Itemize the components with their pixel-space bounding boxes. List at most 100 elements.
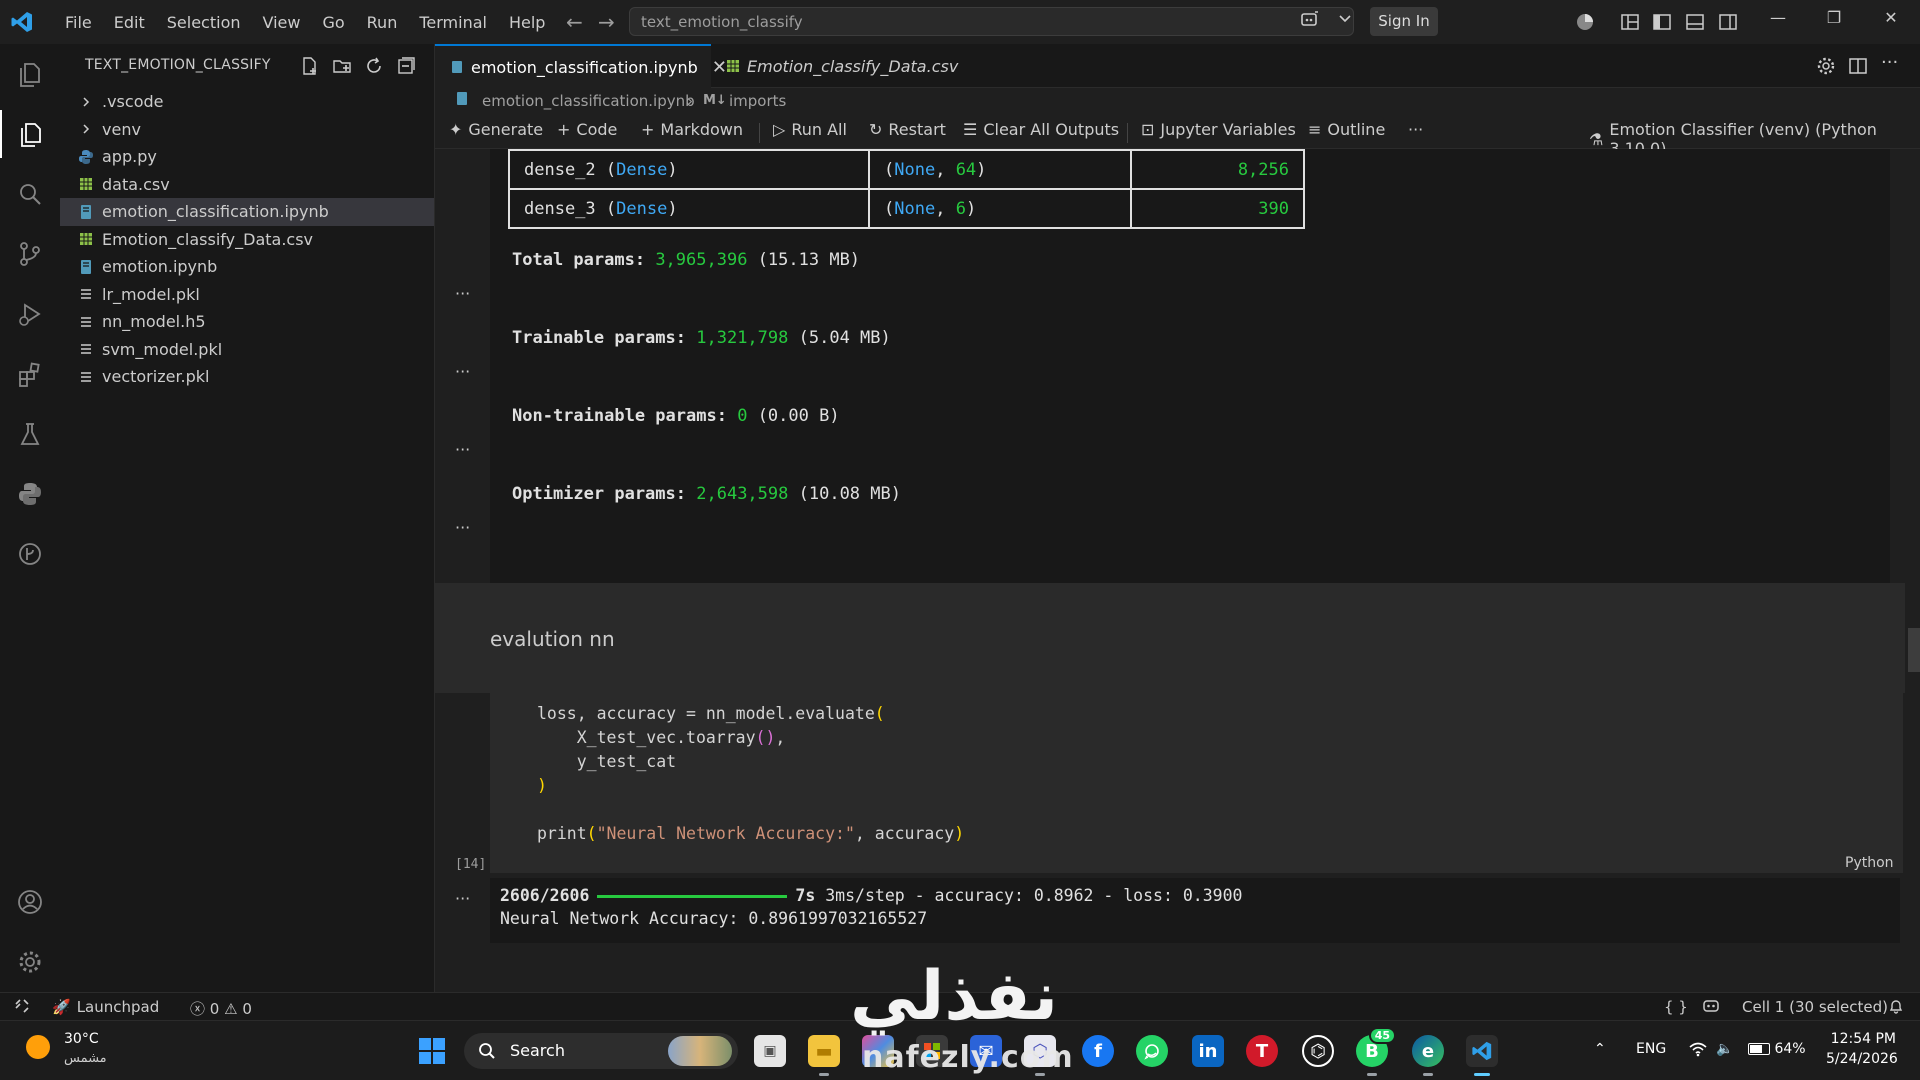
tree-file-svm-model-pkl[interactable]: svm_model.pkl xyxy=(60,336,434,364)
menu-go[interactable]: Go xyxy=(311,13,355,32)
tree-folder-venv[interactable]: venv xyxy=(60,116,434,144)
cell-selection-info[interactable]: Cell 1 (30 selected) xyxy=(1742,998,1888,1016)
new-folder-icon[interactable] xyxy=(332,56,352,76)
tree-file-nn-model-h5[interactable]: nn_model.h5 xyxy=(60,308,434,336)
notifications-bell-icon[interactable] xyxy=(1888,998,1904,1014)
accounts-icon[interactable] xyxy=(0,878,60,926)
git-graph-icon[interactable] xyxy=(0,530,60,578)
new-file-icon[interactable] xyxy=(300,56,320,76)
menu-terminal[interactable]: Terminal xyxy=(408,13,498,32)
edge-browser-icon[interactable]: e xyxy=(1412,1035,1444,1076)
battery-indicator[interactable]: 64% xyxy=(1748,1041,1806,1057)
tree-file-emotion-ipynb[interactable]: emotion.ipynb xyxy=(60,253,434,281)
search-icon[interactable] xyxy=(0,170,60,218)
outlook-icon[interactable]: ✉ xyxy=(970,1035,1002,1067)
split-editor-icon[interactable] xyxy=(1848,56,1868,76)
copilot-status-icon[interactable] xyxy=(1702,998,1720,1014)
remote-indicator-icon[interactable] xyxy=(14,998,30,1014)
launchpad-button[interactable]: 🚀 Launchpad xyxy=(52,998,159,1016)
tab-emotion-classify-data-csv[interactable]: Emotion_classify_Data.csv xyxy=(711,44,958,88)
problems-indicator[interactable]: ⓧ 0 ⚠ 0 xyxy=(190,998,252,1019)
tree-file-data-csv[interactable]: data.csv xyxy=(60,171,434,199)
show-hidden-icons-chevron-icon[interactable]: ⌃ xyxy=(1594,1041,1606,1057)
command-center-search[interactable]: text_emotion_classify xyxy=(629,7,1354,36)
toolbar-more-button[interactable]: ··· xyxy=(1408,120,1423,139)
code-editor[interactable]: loss, accuracy = nn_model.evaluate( X_te… xyxy=(537,702,964,846)
wifi-icon[interactable] xyxy=(1688,1041,1708,1057)
tab-emotion-classification-ipynb[interactable]: emotion_classification.ipynb ✕ xyxy=(435,44,727,88)
tree-folder-vscode[interactable]: .vscode xyxy=(60,88,434,116)
explorer-files-icon[interactable] xyxy=(0,50,60,98)
explorer-active-icon[interactable] xyxy=(0,110,60,158)
t-app-icon[interactable]: T xyxy=(1246,1035,1278,1067)
refresh-icon[interactable] xyxy=(364,56,384,76)
toggle-primary-sidebar-icon[interactable] xyxy=(1652,12,1672,32)
tree-file-emotion-classify-data-csv[interactable]: Emotion_classify_Data.csv xyxy=(60,226,434,254)
file-explorer-icon[interactable]: ▬ xyxy=(808,1035,840,1076)
menu-edit[interactable]: Edit xyxy=(103,13,156,32)
tree-file-lr-model-pkl[interactable]: lr_model.pkl xyxy=(60,281,434,309)
outline-button[interactable]: ≡ Outline xyxy=(1308,120,1385,139)
copilot-app-icon[interactable] xyxy=(862,1035,894,1067)
whatsapp-business-icon[interactable]: B 45 xyxy=(1356,1027,1396,1076)
tree-file-vectorizer-pkl[interactable]: vectorizer.pkl xyxy=(60,363,434,391)
chatgpt-icon[interactable]: ⌬ xyxy=(1302,1035,1334,1067)
output-menu-icon[interactable]: ··· xyxy=(455,284,470,303)
menu-file[interactable]: File xyxy=(54,13,103,32)
restart-button[interactable]: ↻ Restart xyxy=(869,120,946,139)
accounts-pie-icon[interactable] xyxy=(1575,12,1595,32)
notebook-settings-gear-icon[interactable] xyxy=(1816,56,1836,76)
add-markdown-cell-button[interactable]: + Markdown xyxy=(641,120,743,139)
whatsapp-icon[interactable] xyxy=(1136,1035,1168,1067)
language-braces[interactable]: { } xyxy=(1664,998,1688,1016)
clear-all-outputs-button[interactable]: ☰ Clear All Outputs xyxy=(963,120,1119,139)
windows-start-icon[interactable] xyxy=(418,1037,446,1065)
toggle-panel-icon[interactable] xyxy=(1685,12,1705,32)
add-code-cell-button[interactable]: + Code xyxy=(557,120,617,139)
vscode-taskbar-icon[interactable] xyxy=(1466,1035,1498,1076)
more-actions-icon[interactable]: ··· xyxy=(1881,52,1898,73)
run-and-debug-icon[interactable] xyxy=(0,290,60,338)
source-control-icon[interactable] xyxy=(0,230,60,278)
run-all-button[interactable]: ▷ Run All xyxy=(773,120,847,139)
microsoft-store-icon[interactable] xyxy=(916,1035,948,1067)
linkedin-icon[interactable]: in xyxy=(1192,1035,1224,1067)
tree-file-emotion-classification-ipynb[interactable]: emotion_classification.ipynb xyxy=(60,198,434,226)
output-menu-icon[interactable]: ··· xyxy=(455,440,470,459)
volume-icon[interactable]: 🔈 xyxy=(1716,1041,1733,1057)
menu-selection[interactable]: Selection xyxy=(156,13,252,32)
close-window-icon[interactable]: ✕ xyxy=(1871,8,1911,27)
explorer-folder-title[interactable]: TEXT_EMOTION_CLASSIFY xyxy=(85,57,271,73)
extensions-icon[interactable] xyxy=(0,350,60,398)
teams-icon[interactable]: ⬡ xyxy=(1024,1035,1056,1076)
back-arrow-icon[interactable]: ← xyxy=(566,10,583,34)
clock[interactable]: 12:54 PM 5/24/2026 xyxy=(1826,1029,1898,1069)
code-cell[interactable]: loss, accuracy = nn_model.evaluate( X_te… xyxy=(490,692,1903,873)
testing-flask-icon[interactable] xyxy=(0,410,60,458)
breadcrumb-section[interactable]: imports xyxy=(729,92,786,110)
menu-view[interactable]: View xyxy=(252,13,312,32)
output-menu-icon[interactable]: ··· xyxy=(455,518,470,537)
minimize-window-icon[interactable]: — xyxy=(1758,8,1798,27)
task-view-icon[interactable]: ▣ xyxy=(754,1035,786,1067)
sign-in-button[interactable]: Sign In xyxy=(1370,7,1438,36)
facebook-icon[interactable]: f xyxy=(1082,1035,1114,1067)
breadcrumb-file[interactable]: emotion_classification.ipynb xyxy=(482,92,695,110)
taskbar-search-box[interactable]: Search xyxy=(464,1033,738,1069)
restore-window-icon[interactable]: ❐ xyxy=(1814,8,1854,27)
customize-layout-icon[interactable] xyxy=(1620,12,1640,32)
cell-language-label[interactable]: Python xyxy=(1845,855,1894,871)
jupyter-variables-button[interactable]: ⊡ Jupyter Variables xyxy=(1141,120,1296,139)
menu-run[interactable]: Run xyxy=(356,13,409,32)
tree-file-app-py[interactable]: app.py xyxy=(60,143,434,171)
forward-arrow-icon[interactable]: → xyxy=(598,10,615,34)
output-menu-icon[interactable]: ··· xyxy=(455,889,470,908)
output-menu-icon[interactable]: ··· xyxy=(455,362,470,381)
toggle-secondary-sidebar-icon[interactable] xyxy=(1718,12,1738,32)
collapse-all-icon[interactable] xyxy=(396,56,416,76)
input-language[interactable]: ENG xyxy=(1636,1041,1666,1057)
menu-help[interactable]: Help xyxy=(498,13,556,32)
weather-widget[interactable]: 30°C مشمس xyxy=(26,1031,107,1066)
generate-button[interactable]: ✦ Generate xyxy=(449,120,543,139)
chevron-down-icon[interactable] xyxy=(1338,11,1352,25)
